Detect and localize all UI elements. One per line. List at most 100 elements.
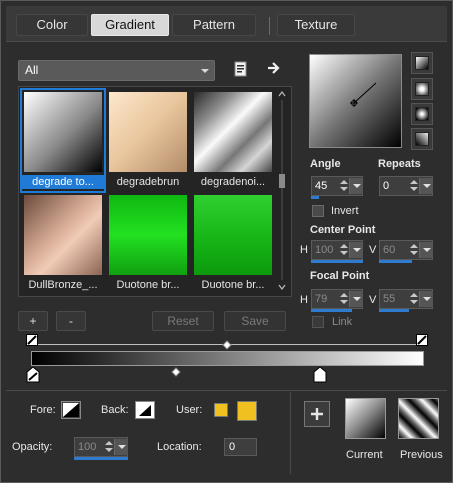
gallery-item[interactable]: degradenoi...	[192, 90, 274, 191]
gradient-preview[interactable]	[309, 54, 402, 148]
back-swatch[interactable]	[135, 401, 155, 419]
focal-v-value: 55	[383, 293, 396, 305]
focal-h-label: H	[300, 294, 308, 306]
angle-slider-bar[interactable]	[311, 196, 319, 199]
gradient-gallery: degrade to... degradebrun degradenoi... …	[18, 86, 292, 297]
gallery-item-label: degradenoi...	[200, 176, 266, 188]
gradient-editor-bar[interactable]	[31, 351, 424, 366]
gallery-item[interactable]: degradebrun	[107, 90, 189, 191]
color-stop-right[interactable]	[313, 366, 327, 386]
back-label: Back:	[101, 404, 129, 416]
opacity-stop-right[interactable]	[416, 334, 428, 351]
angle-label: Angle	[310, 158, 341, 170]
sunburst-gradient-icon	[415, 107, 429, 121]
color-midpoint[interactable]	[171, 367, 181, 380]
repeats-input[interactable]: 0	[379, 176, 433, 196]
focal-h-input[interactable]: 79	[311, 289, 363, 312]
remove-gradient-button[interactable]: -	[56, 311, 86, 331]
resource-manager-button[interactable]	[231, 59, 251, 79]
previous-label: Previous	[400, 449, 443, 461]
send-to-button[interactable]	[264, 58, 284, 78]
fore-swatch[interactable]	[61, 401, 81, 419]
gallery-item[interactable]: Duotone br...	[107, 193, 189, 294]
save-button[interactable]: Save	[224, 311, 286, 331]
current-swatch[interactable]	[345, 398, 386, 439]
dropdown-icon[interactable]	[114, 439, 128, 455]
opacity-input[interactable]: 100	[74, 437, 128, 460]
dropdown-icon[interactable]	[419, 242, 433, 258]
category-dropdown[interactable]: All	[18, 60, 215, 81]
opacity-label: Opacity:	[12, 441, 53, 453]
angle-input[interactable]: 45	[311, 176, 363, 199]
dropdown-icon[interactable]	[349, 291, 363, 307]
gradient-swatch	[24, 92, 102, 172]
center-h-input[interactable]: 100	[311, 240, 363, 263]
opacity-slider-bar[interactable]	[74, 457, 128, 460]
fore-material-icon	[63, 403, 79, 417]
repeats-label: Repeats	[378, 158, 421, 170]
angle-handle-icon	[350, 82, 377, 107]
gallery-item-label: degradebrun	[116, 176, 180, 188]
link-checkbox[interactable]	[312, 316, 324, 328]
location-label: Location:	[157, 441, 202, 453]
category-dropdown-value: All	[25, 63, 39, 77]
user-color-2[interactable]	[237, 401, 257, 421]
linear-style-button[interactable]	[411, 52, 433, 74]
gallery-item[interactable]: Duotone br...	[192, 193, 274, 294]
color-stop-left[interactable]	[26, 366, 40, 386]
gallery-item[interactable]: degrade to...	[20, 88, 106, 193]
center-v-slider-bar[interactable]	[379, 260, 412, 263]
center-v-input[interactable]: 60	[379, 240, 433, 263]
tab-pattern[interactable]: Pattern	[172, 14, 256, 36]
gallery-item-label: Duotone br...	[201, 279, 265, 291]
gallery-scrollbar[interactable]	[277, 90, 287, 292]
center-h-value: 100	[315, 244, 334, 256]
focal-point-label: Focal Point	[310, 270, 370, 282]
reset-button[interactable]: Reset	[152, 311, 214, 331]
stop-marker-icon	[313, 366, 327, 383]
rectangular-gradient-icon	[415, 82, 429, 96]
gradient-swatch	[194, 195, 272, 275]
opacity-stop-left[interactable]	[26, 334, 38, 351]
fore-label: Fore:	[30, 404, 56, 416]
add-to-swatches-button[interactable]	[304, 401, 330, 427]
invert-checkbox[interactable]	[312, 205, 324, 217]
focal-v-slider-bar[interactable]	[379, 309, 409, 312]
tab-gradient[interactable]: Gradient	[91, 14, 169, 36]
dropdown-icon[interactable]	[419, 178, 433, 194]
radial-style-button[interactable]	[411, 128, 433, 150]
center-h-slider-bar[interactable]	[311, 260, 363, 263]
gradient-swatch	[109, 195, 187, 275]
divider	[290, 392, 291, 474]
dropdown-icon[interactable]	[349, 178, 363, 194]
location-input[interactable]: 0	[224, 438, 257, 456]
focal-v-label: V	[369, 294, 377, 306]
dropdown-icon[interactable]	[349, 242, 363, 258]
rectangular-style-button[interactable]	[411, 78, 433, 100]
focal-h-slider-bar[interactable]	[311, 309, 352, 312]
gradient-swatch	[109, 92, 187, 172]
divider	[6, 390, 447, 391]
diamond-icon	[171, 367, 181, 377]
linear-gradient-icon	[415, 56, 429, 70]
current-label: Current	[346, 449, 383, 461]
opacity-value: 100	[78, 441, 97, 453]
arrow-right-icon	[268, 62, 280, 74]
focal-v-input[interactable]: 55	[379, 289, 433, 312]
stop-marker-icon	[26, 366, 40, 383]
link-label: Link	[332, 316, 353, 328]
tab-texture[interactable]: Texture	[277, 14, 355, 36]
gradient-swatch	[194, 92, 272, 172]
center-v-value: 60	[383, 244, 396, 256]
dropdown-icon[interactable]	[419, 291, 433, 307]
gallery-item-label: Duotone br...	[116, 279, 180, 291]
angle-value: 45	[315, 180, 328, 192]
tab-separator	[269, 17, 270, 35]
add-gradient-button[interactable]: +	[18, 311, 48, 331]
center-h-label: H	[300, 244, 308, 256]
previous-swatch[interactable]	[398, 398, 439, 439]
user-color-1[interactable]	[214, 403, 228, 417]
gallery-item[interactable]: DullBronze_...	[22, 193, 104, 294]
tab-color[interactable]: Color	[16, 14, 88, 36]
sunburst-style-button[interactable]	[411, 103, 433, 125]
